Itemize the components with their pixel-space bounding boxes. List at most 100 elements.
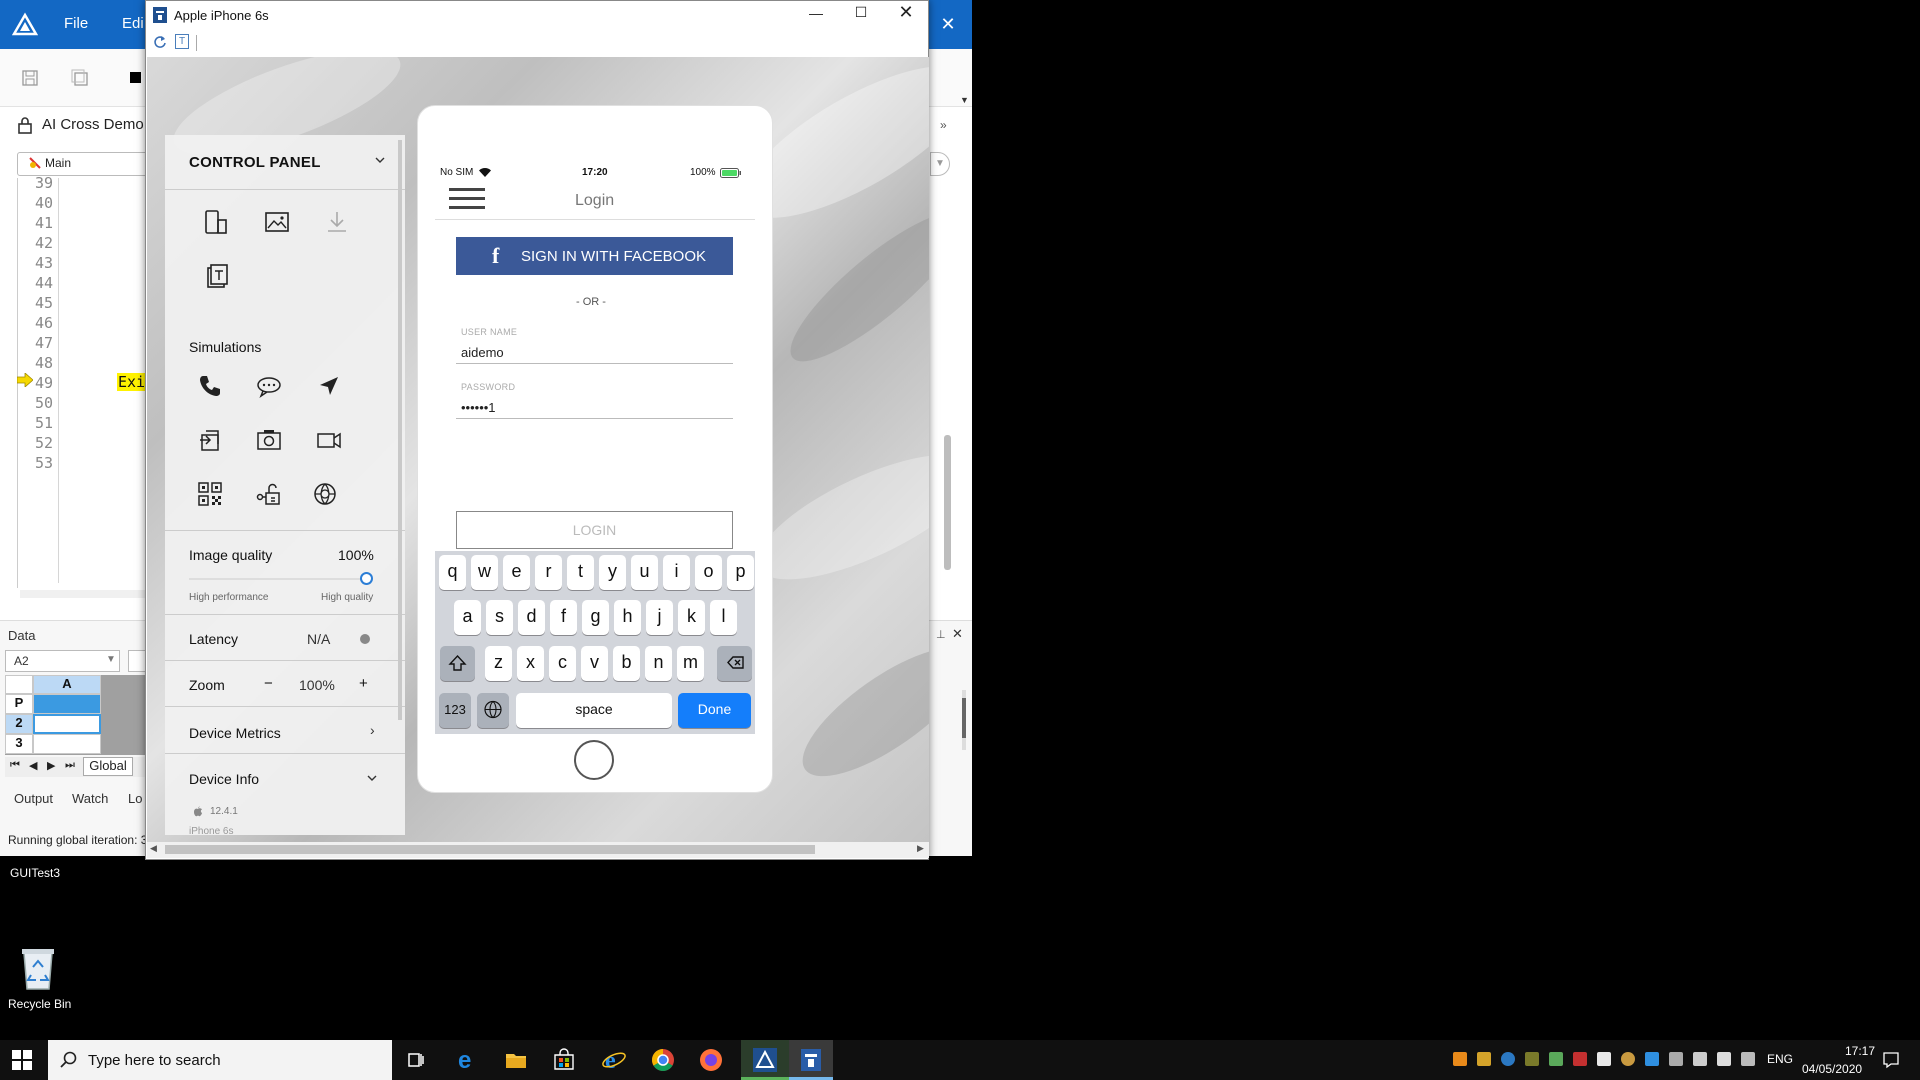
text-tool-icon[interactable]: T: [175, 34, 189, 49]
key-i[interactable]: i: [663, 555, 690, 590]
image-quality-slider-knob[interactable]: [360, 572, 373, 585]
key-p[interactable]: p: [727, 555, 754, 590]
key-m[interactable]: m: [677, 646, 704, 681]
tray-app-icon[interactable]: [1597, 1052, 1611, 1066]
network-icon[interactable]: [255, 480, 283, 508]
chevron-down-icon[interactable]: [374, 154, 386, 166]
tray-app-icon[interactable]: [1525, 1052, 1539, 1066]
file-explorer-icon[interactable]: [501, 1045, 531, 1075]
key-g[interactable]: g: [582, 600, 609, 635]
key-u[interactable]: u: [631, 555, 658, 590]
camera-icon[interactable]: [255, 426, 283, 454]
app-switch-icon[interactable]: [196, 426, 224, 454]
key-n[interactable]: n: [645, 646, 672, 681]
current-line-code[interactable]: Exi: [117, 373, 147, 391]
key-e[interactable]: e: [503, 555, 530, 590]
last-sheet-icon[interactable]: ⏭: [65, 759, 75, 772]
recycle-bin-icon[interactable]: [18, 945, 58, 991]
save-icon[interactable]: [20, 68, 40, 88]
row-header[interactable]: P: [5, 694, 33, 714]
menu-file[interactable]: File: [64, 15, 88, 32]
chevron-right-icon[interactable]: ›: [370, 722, 375, 738]
network-tray-icon[interactable]: [1693, 1052, 1707, 1066]
tray-app-icon[interactable]: [1549, 1052, 1563, 1066]
key-v[interactable]: v: [581, 646, 608, 681]
row-header[interactable]: 2: [5, 714, 33, 734]
edge-icon[interactable]: e: [452, 1045, 482, 1075]
video-camera-icon[interactable]: [315, 426, 343, 454]
zoom-out-button[interactable]: −: [264, 675, 273, 692]
editor-vscroll-thumb[interactable]: [944, 435, 951, 570]
key-l[interactable]: l: [710, 600, 737, 635]
device-info-label[interactable]: Device Info: [189, 771, 259, 787]
hamburger-menu-icon[interactable]: [449, 186, 485, 212]
grid-cell[interactable]: [33, 734, 101, 754]
key-w[interactable]: w: [471, 555, 498, 590]
clock-date[interactable]: 04/05/2020: [1802, 1062, 1862, 1076]
notification-center-icon[interactable]: [1882, 1051, 1900, 1069]
refresh-icon[interactable]: [153, 35, 167, 49]
simulator-hscroll-thumb[interactable]: [165, 845, 815, 854]
language-indicator[interactable]: ENG: [1767, 1052, 1793, 1066]
sheet-tab-global[interactable]: Global: [83, 757, 133, 776]
key-j[interactable]: j: [646, 600, 673, 635]
column-header[interactable]: A: [33, 675, 101, 694]
volume-icon[interactable]: [1741, 1052, 1755, 1066]
image-quality-slider[interactable]: [189, 578, 367, 580]
backspace-key[interactable]: [717, 646, 752, 681]
first-sheet-icon[interactable]: ⏮: [10, 759, 20, 772]
tray-app-icon[interactable]: [1573, 1052, 1587, 1066]
key-x[interactable]: x: [517, 646, 544, 681]
key-f[interactable]: f: [550, 600, 577, 635]
key-a[interactable]: a: [454, 600, 481, 635]
tray-app-icon[interactable]: [1477, 1052, 1491, 1066]
editor-hscrollbar[interactable]: [20, 590, 145, 598]
minimize-button[interactable]: —: [806, 5, 826, 21]
key-z[interactable]: z: [485, 646, 512, 681]
row-header[interactable]: 3: [5, 734, 33, 754]
scroll-left-icon[interactable]: ◀: [150, 843, 157, 854]
tray-app-icon[interactable]: [1501, 1052, 1515, 1066]
firefox-icon[interactable]: [696, 1045, 726, 1075]
shift-key[interactable]: [440, 646, 475, 681]
grid-cell-selected[interactable]: [33, 714, 101, 734]
device-metrics-label[interactable]: Device Metrics: [189, 725, 281, 741]
chrome-icon[interactable]: [648, 1045, 678, 1075]
device-orientation-icon[interactable]: [202, 208, 230, 236]
bluetooth-icon[interactable]: [1645, 1052, 1659, 1066]
simulator-taskbar-icon[interactable]: [796, 1045, 826, 1075]
tab-watch[interactable]: Watch: [72, 791, 108, 806]
key-d[interactable]: d: [518, 600, 545, 635]
display-tray-icon[interactable]: [1717, 1052, 1731, 1066]
double-chevron-down-icon[interactable]: »: [940, 118, 947, 132]
tray-app-icon[interactable]: [1669, 1052, 1683, 1066]
close-button[interactable]: ✕: [896, 2, 916, 23]
chevron-down-icon[interactable]: [366, 772, 378, 784]
grid-cell[interactable]: [33, 694, 101, 714]
menu-edit[interactable]: Edi: [122, 15, 144, 32]
login-button[interactable]: LOGIN: [456, 511, 733, 549]
task-view-icon[interactable]: [401, 1045, 431, 1075]
eggplant-app-icon[interactable]: [750, 1045, 780, 1075]
qr-code-icon[interactable]: [196, 480, 224, 508]
home-button[interactable]: [574, 740, 614, 780]
key-h[interactable]: h: [614, 600, 641, 635]
cell-reference-box[interactable]: A2: [5, 650, 120, 672]
script-name[interactable]: AI Cross Demo: [42, 116, 144, 133]
pin-icon[interactable]: ⊥: [936, 628, 946, 641]
scroll-right-icon[interactable]: ▶: [917, 843, 924, 854]
internet-explorer-icon[interactable]: e: [599, 1045, 629, 1075]
key-s[interactable]: s: [486, 600, 513, 635]
space-key[interactable]: space: [516, 693, 672, 728]
phone-call-icon[interactable]: [196, 372, 224, 400]
panel-scrollbar[interactable]: [960, 690, 968, 750]
next-sheet-icon[interactable]: ▶: [47, 759, 55, 772]
ide-close-button[interactable]: ✕: [938, 14, 958, 34]
zoom-in-button[interactable]: +: [359, 675, 368, 692]
key-y[interactable]: y: [599, 555, 626, 590]
store-icon[interactable]: [549, 1045, 579, 1075]
password-field[interactable]: [456, 397, 733, 419]
tray-app-icon[interactable]: [1621, 1052, 1635, 1066]
key-o[interactable]: o: [695, 555, 722, 590]
prev-sheet-icon[interactable]: ◀: [29, 759, 37, 772]
